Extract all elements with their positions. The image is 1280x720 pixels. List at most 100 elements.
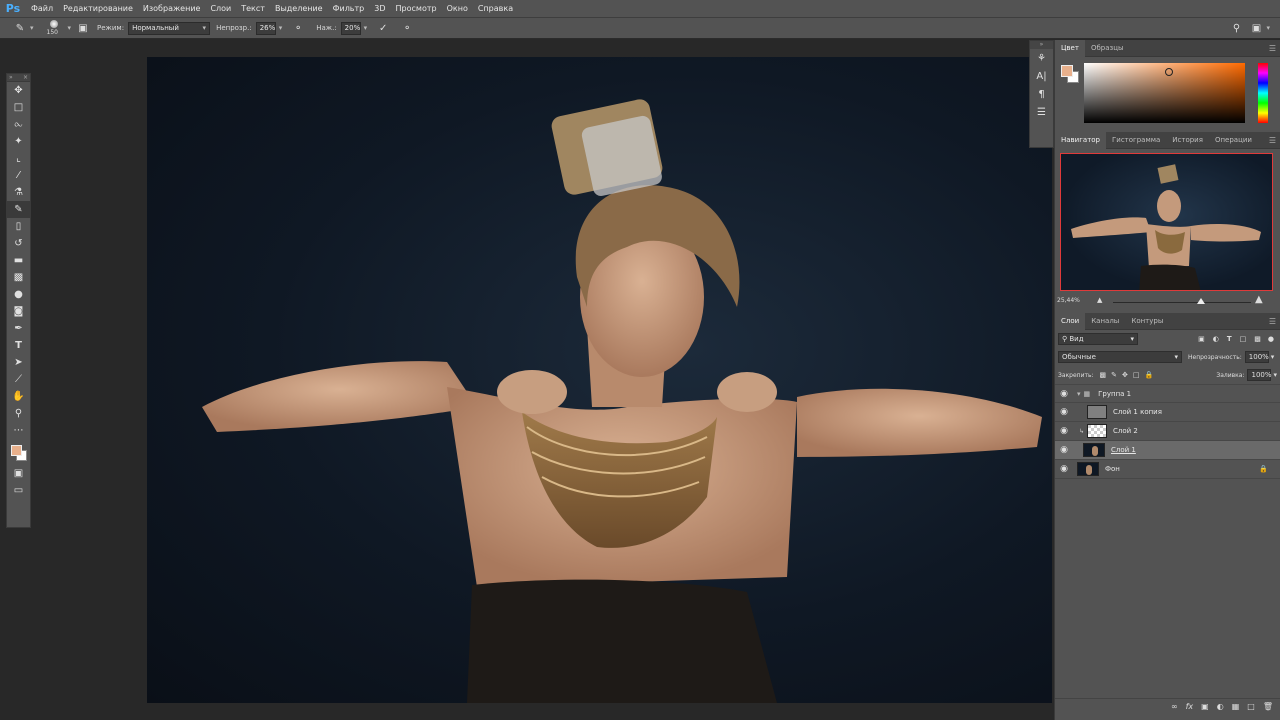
chevron-down-icon[interactable]: ▾ xyxy=(1271,353,1275,361)
eye-icon[interactable]: ◉ xyxy=(1055,407,1073,417)
navigator-zoom-slider-handle[interactable] xyxy=(1197,298,1206,304)
menu-type[interactable]: Текст xyxy=(236,4,270,13)
eyedropper-tool-icon[interactable]: ⁄ xyxy=(7,167,30,184)
pressure-opacity-icon[interactable]: ⚬ xyxy=(290,20,306,36)
menu-view[interactable]: Просмотр xyxy=(391,4,442,13)
quick-mask-icon[interactable]: ▣ xyxy=(7,465,30,482)
layer-name[interactable]: Фон xyxy=(1105,465,1120,473)
chevron-down-icon[interactable]: ▾ xyxy=(1273,371,1277,379)
trash-icon[interactable]: 🗑 xyxy=(1263,702,1273,711)
filter-type-icon[interactable]: T xyxy=(1227,335,1232,343)
zoom-tool-icon[interactable]: ⚲ xyxy=(7,405,30,422)
eraser-tool-icon[interactable]: ▬ xyxy=(7,252,30,269)
opacity-field[interactable]: 100% xyxy=(1244,351,1269,363)
lock-image-icon[interactable]: ✎ xyxy=(1111,371,1117,379)
foreground-color[interactable] xyxy=(11,445,22,456)
lock-all-icon[interactable]: 🔒 xyxy=(1145,371,1154,379)
layer-row-group[interactable]: ◉ ▾ ▦ Группа 1 xyxy=(1055,384,1280,403)
zoom-in-icon[interactable]: ▲ xyxy=(1255,294,1263,305)
move-tool-icon[interactable]: ✥ xyxy=(7,82,30,99)
chevron-down-icon[interactable]: ▾ xyxy=(364,24,368,32)
menu-edit[interactable]: Редактирование xyxy=(58,4,138,13)
collapse-icon[interactable]: » xyxy=(9,74,13,81)
lock-position-icon[interactable]: ✥ xyxy=(1122,371,1128,379)
panel-grip[interactable]: » × xyxy=(7,74,30,82)
type-tool-icon[interactable]: T xyxy=(7,337,30,354)
navigator-zoom-slider[interactable] xyxy=(1113,302,1251,303)
eye-icon[interactable]: ◉ xyxy=(1055,445,1073,455)
brush-panel-icon[interactable]: ▣ xyxy=(75,20,91,36)
panel-menu-icon[interactable]: ☰ xyxy=(1269,44,1276,53)
menu-3d[interactable]: 3D xyxy=(369,4,390,13)
healing-brush-tool-icon[interactable]: ⚗ xyxy=(7,184,30,201)
pen-tool-icon[interactable]: ✒ xyxy=(7,320,30,337)
paragraph-panel-icon[interactable]: ¶ xyxy=(1030,85,1053,103)
workspace-icon[interactable]: ▣ xyxy=(1248,20,1264,36)
color-field[interactable] xyxy=(1084,63,1245,123)
blend-mode-select[interactable]: Обычные ▾ xyxy=(1058,351,1182,363)
dodge-tool-icon[interactable]: ◙ xyxy=(7,303,30,320)
filter-smart-object-icon[interactable]: ▩ xyxy=(1254,335,1261,343)
chevron-down-icon[interactable]: ▾ xyxy=(1266,24,1270,32)
brush-tool-icon[interactable]: ✎ xyxy=(12,20,28,36)
opacity-field[interactable]: 26% xyxy=(255,21,276,35)
menu-layer[interactable]: Слои xyxy=(205,4,236,13)
adjustment-layer-icon[interactable]: ◐ xyxy=(1217,702,1224,711)
eye-icon[interactable]: ◉ xyxy=(1055,426,1073,436)
filter-pixel-icon[interactable]: ▣ xyxy=(1198,335,1205,343)
lasso-tool-icon[interactable]: ⧜ xyxy=(7,116,30,133)
new-group-icon[interactable]: ▦ xyxy=(1232,702,1240,711)
magic-wand-tool-icon[interactable]: ✦ xyxy=(7,133,30,150)
layer-row-selected[interactable]: ◉ Слой 1 xyxy=(1055,441,1280,460)
layer-name[interactable]: Слой 2 xyxy=(1113,427,1138,435)
tab-swatches[interactable]: Образцы xyxy=(1085,40,1130,57)
brush-preset-picker[interactable]: 150 xyxy=(44,18,66,38)
screen-mode-icon[interactable]: ▭ xyxy=(7,482,30,499)
layer-row[interactable]: ◉ ↳ Слой 2 xyxy=(1055,422,1280,441)
adjustments-icon[interactable]: ☰ xyxy=(1030,103,1053,121)
fx-icon[interactable]: fx xyxy=(1186,702,1194,711)
more-tools-icon[interactable]: ⋯ xyxy=(7,422,30,439)
crop-tool-icon[interactable]: ⌞ xyxy=(7,150,30,167)
brush-presets-icon[interactable]: ⚘ xyxy=(1030,49,1053,67)
menu-filter[interactable]: Фильтр xyxy=(328,4,370,13)
layer-filter-select[interactable]: ⚲ Вид ▾ xyxy=(1058,333,1138,345)
panel-menu-icon[interactable]: ☰ xyxy=(1269,317,1276,326)
new-layer-icon[interactable]: □ xyxy=(1247,702,1255,711)
close-icon[interactable]: × xyxy=(23,74,28,81)
layer-row[interactable]: ◉ Слой 1 копия xyxy=(1055,403,1280,422)
tab-channels[interactable]: Каналы xyxy=(1085,313,1125,330)
pressure-field[interactable]: 20% xyxy=(340,21,361,35)
color-picker-cursor[interactable] xyxy=(1165,68,1173,76)
mode-select[interactable]: Нормальный ▾ xyxy=(128,21,211,35)
tab-paths[interactable]: Контуры xyxy=(1125,313,1169,330)
layer-row-background[interactable]: ◉ Фон 🔒 xyxy=(1055,460,1280,479)
line-tool-icon[interactable]: ⟋ xyxy=(7,371,30,388)
chevron-down-icon[interactable]: ▾ xyxy=(279,24,283,32)
lock-artboard-icon[interactable]: □ xyxy=(1133,371,1140,379)
panel-menu-icon[interactable]: ☰ xyxy=(1269,136,1276,145)
menu-file[interactable]: Файл xyxy=(26,4,58,13)
gradient-tool-icon[interactable]: ▩ xyxy=(7,269,30,286)
chevron-down-icon[interactable]: ▾ xyxy=(1077,390,1081,398)
tab-histogram[interactable]: Гистограмма xyxy=(1106,132,1166,149)
eye-icon[interactable]: ◉ xyxy=(1055,389,1073,399)
clone-stamp-tool-icon[interactable]: ▯ xyxy=(7,218,30,235)
tab-layers[interactable]: Слои xyxy=(1055,312,1086,330)
zoom-out-icon[interactable]: ▲ xyxy=(1097,296,1102,304)
tab-actions[interactable]: Операции xyxy=(1209,132,1258,149)
menu-help[interactable]: Справка xyxy=(473,4,518,13)
chevron-down-icon[interactable]: ▾ xyxy=(30,24,34,32)
marquee-tool-icon[interactable]: □ xyxy=(7,99,30,116)
character-panel-icon[interactable]: A| xyxy=(1030,67,1053,85)
menu-select[interactable]: Выделение xyxy=(270,4,328,13)
navigator-preview[interactable] xyxy=(1060,153,1273,291)
layer-name[interactable]: Группа 1 xyxy=(1098,390,1131,398)
color-swatches[interactable] xyxy=(7,439,30,465)
search-icon[interactable]: ⚲ xyxy=(1228,20,1244,36)
lock-transparency-icon[interactable]: ▩ xyxy=(1100,371,1107,379)
layer-name[interactable]: Слой 1 копия xyxy=(1113,408,1162,416)
filter-shape-icon[interactable]: □ xyxy=(1240,335,1247,343)
brush-tool-icon[interactable]: ✎ xyxy=(7,201,30,218)
path-selection-tool-icon[interactable]: ➤ xyxy=(7,354,30,371)
